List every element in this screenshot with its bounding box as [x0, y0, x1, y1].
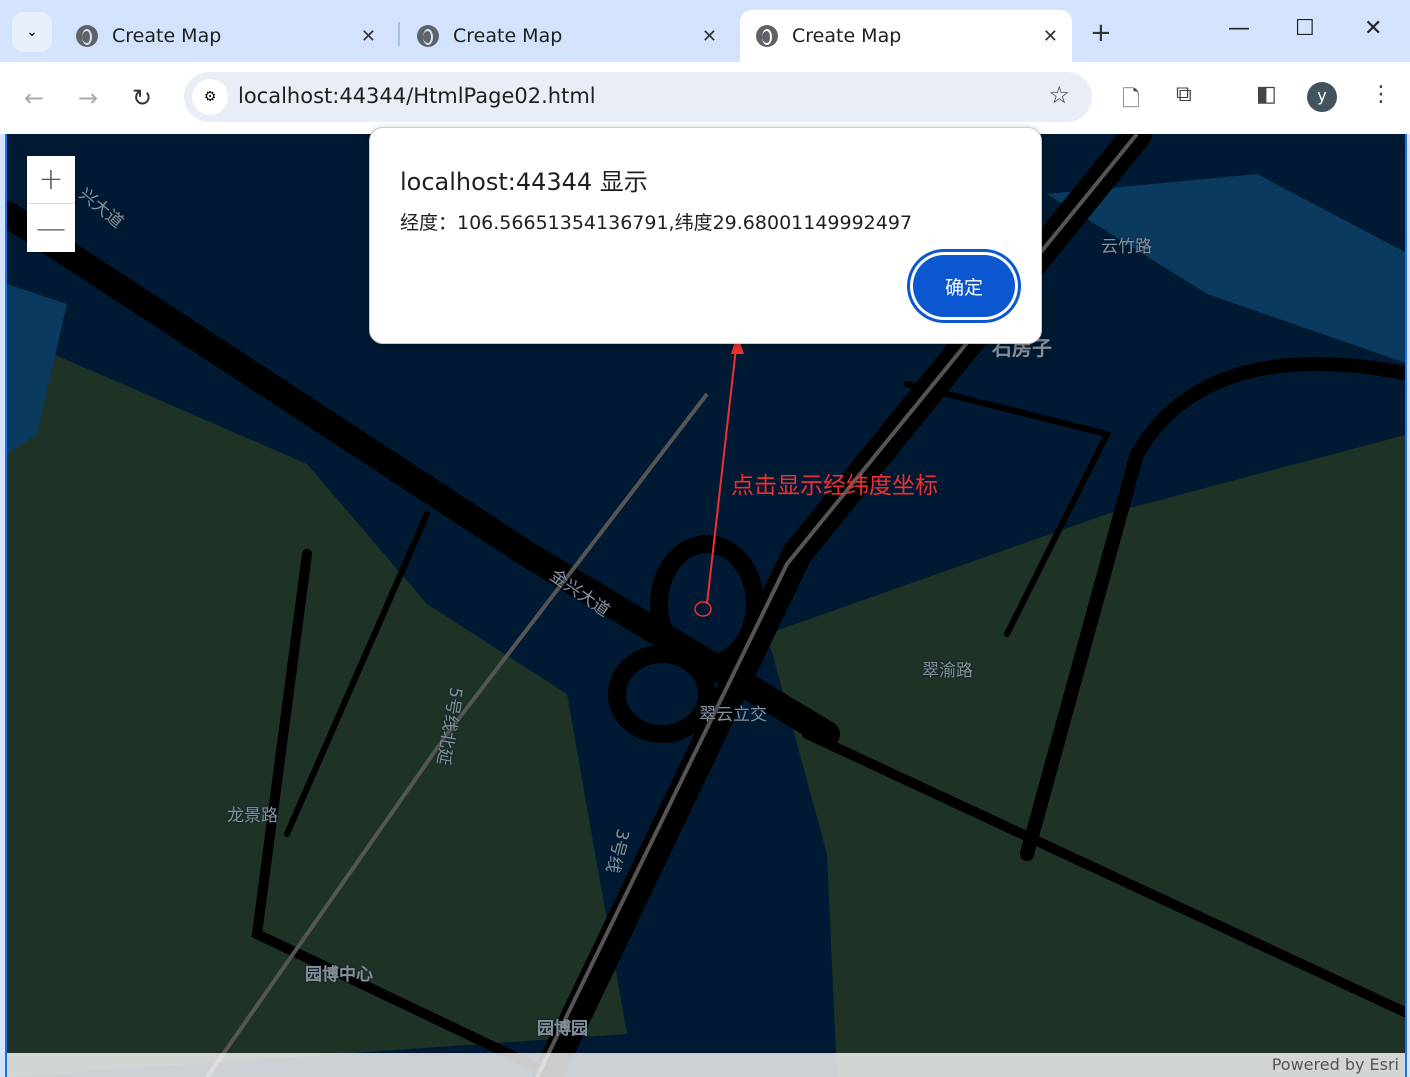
back-button[interactable]: ← — [24, 84, 44, 112]
tab-3-active[interactable]: Create Map ✕ — [740, 10, 1072, 62]
globe-icon — [76, 25, 98, 47]
tab-title: Create Map — [453, 25, 563, 47]
zoom-out-button[interactable]: — — [27, 204, 75, 252]
address-bar[interactable]: ⚙ localhost:44344/HtmlPage02.html ☆ — [184, 72, 1092, 122]
globe-icon — [756, 25, 778, 47]
dialog-title: localhost:44344 显示 — [400, 168, 648, 196]
minimize-button[interactable]: — — [1228, 16, 1250, 41]
close-window-button[interactable]: ✕ — [1364, 16, 1382, 41]
ok-button[interactable]: 确定 — [913, 255, 1015, 317]
map-label: 翠渝路 — [922, 661, 973, 681]
zoom-in-button[interactable]: + — [27, 156, 75, 204]
globe-icon — [417, 25, 439, 47]
site-info-icon[interactable]: ⚙ — [192, 79, 228, 115]
browser-toolbar: ← → ↻ ⚙ localhost:44344/HtmlPage02.html … — [0, 62, 1410, 134]
tab-title: Create Map — [792, 25, 902, 47]
map-label: 龙景路 — [227, 806, 278, 826]
new-tab-button[interactable]: + — [1090, 18, 1112, 48]
tab-1[interactable]: Create Map ✕ — [60, 10, 390, 62]
water-area — [1047, 174, 1405, 363]
side-panel-icon[interactable]: ◧ — [1256, 82, 1277, 107]
close-tab-icon[interactable]: ✕ — [1043, 26, 1058, 47]
tab-2[interactable]: Create Map ✕ — [401, 10, 731, 62]
map-label: 翠云立交 — [699, 705, 767, 725]
dialog-message: 经度：106.56651354136791,纬度29.6800114999249… — [400, 212, 913, 234]
close-tab-icon[interactable]: ✕ — [702, 26, 717, 47]
map-label: 园博中心 — [305, 965, 373, 985]
bookmark-star-icon[interactable]: ☆ — [1048, 81, 1070, 109]
tab-bar: ⌄ Create Map ✕ Create Map ✕ Create Map ✕ + … — [0, 0, 1410, 62]
maximize-button[interactable]: ☐ — [1295, 16, 1315, 41]
page-icon[interactable]: 🗋 — [1122, 82, 1140, 120]
url-text[interactable]: localhost:44344/HtmlPage02.html — [238, 84, 596, 108]
map-label: 云竹路 — [1101, 237, 1152, 257]
annotation-text: 点击显示经纬度坐标 — [731, 473, 938, 499]
forward-button[interactable]: → — [78, 84, 98, 112]
reload-button[interactable]: ↻ — [132, 84, 152, 112]
chevron-down-icon: ⌄ — [26, 24, 38, 40]
tab-title: Create Map — [112, 25, 222, 47]
map-label: 园博园 — [537, 1019, 588, 1039]
zoom-control: + — — [27, 156, 75, 252]
avatar[interactable]: y — [1307, 82, 1337, 112]
extensions-icon[interactable]: ⧉ — [1176, 82, 1192, 107]
tab-search-button[interactable]: ⌄ — [12, 12, 52, 52]
tab-divider — [398, 22, 400, 46]
click-point-marker — [694, 601, 712, 617]
alert-dialog: localhost:44344 显示 经度：106.56651354136791… — [369, 127, 1042, 344]
ramp — [608, 645, 716, 743]
park-area — [999, 645, 1069, 715]
close-tab-icon[interactable]: ✕ — [361, 26, 376, 47]
menu-kebab-icon[interactable]: ⋮ — [1370, 82, 1392, 107]
map-attribution[interactable]: Powered by Esri — [7, 1053, 1405, 1077]
